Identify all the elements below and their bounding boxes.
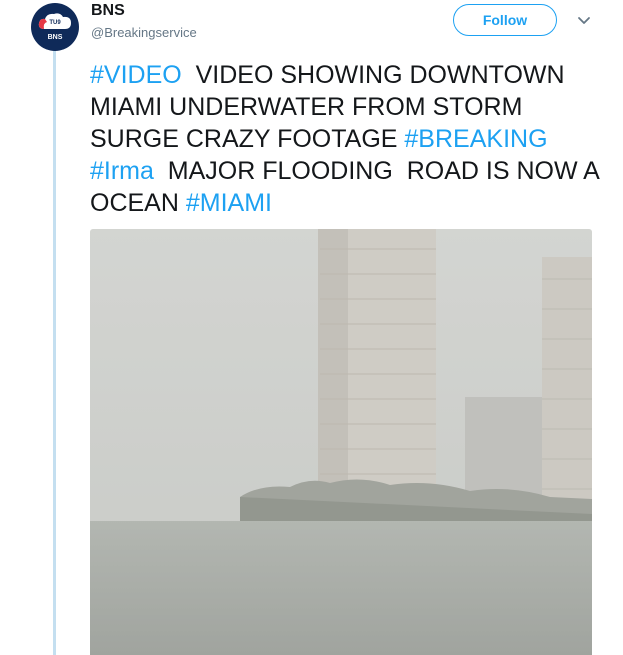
- hashtag-link[interactable]: #BREAKING: [404, 125, 547, 153]
- video-thumbnail: [90, 229, 592, 655]
- tweet-text: #VIDEO VIDEO SHOWING DOWNTOWN MIAMI UNDE…: [90, 59, 600, 219]
- avatar-top-text: TU9: [49, 20, 61, 26]
- tweet-media-video[interactable]: [90, 229, 592, 655]
- tweet-text-segment: [548, 125, 555, 153]
- tweet-text-segment: MAJOR FLOODING ROAD IS NOW A OCEAN: [90, 157, 606, 217]
- thread-line: [53, 44, 56, 655]
- chevron-down-icon[interactable]: [575, 14, 593, 28]
- avatar-bottom-text: BNS: [47, 34, 63, 41]
- display-name[interactable]: BNS: [91, 2, 125, 20]
- hashtag-link[interactable]: #Irma: [90, 157, 154, 185]
- handle[interactable]: @Breakingservice: [91, 25, 197, 40]
- hashtag-link[interactable]: #MIAMI: [186, 189, 272, 217]
- follow-button[interactable]: Follow: [453, 4, 557, 36]
- hashtag-link[interactable]: #VIDEO: [90, 61, 182, 89]
- avatar[interactable]: TU9 BNS: [31, 3, 79, 51]
